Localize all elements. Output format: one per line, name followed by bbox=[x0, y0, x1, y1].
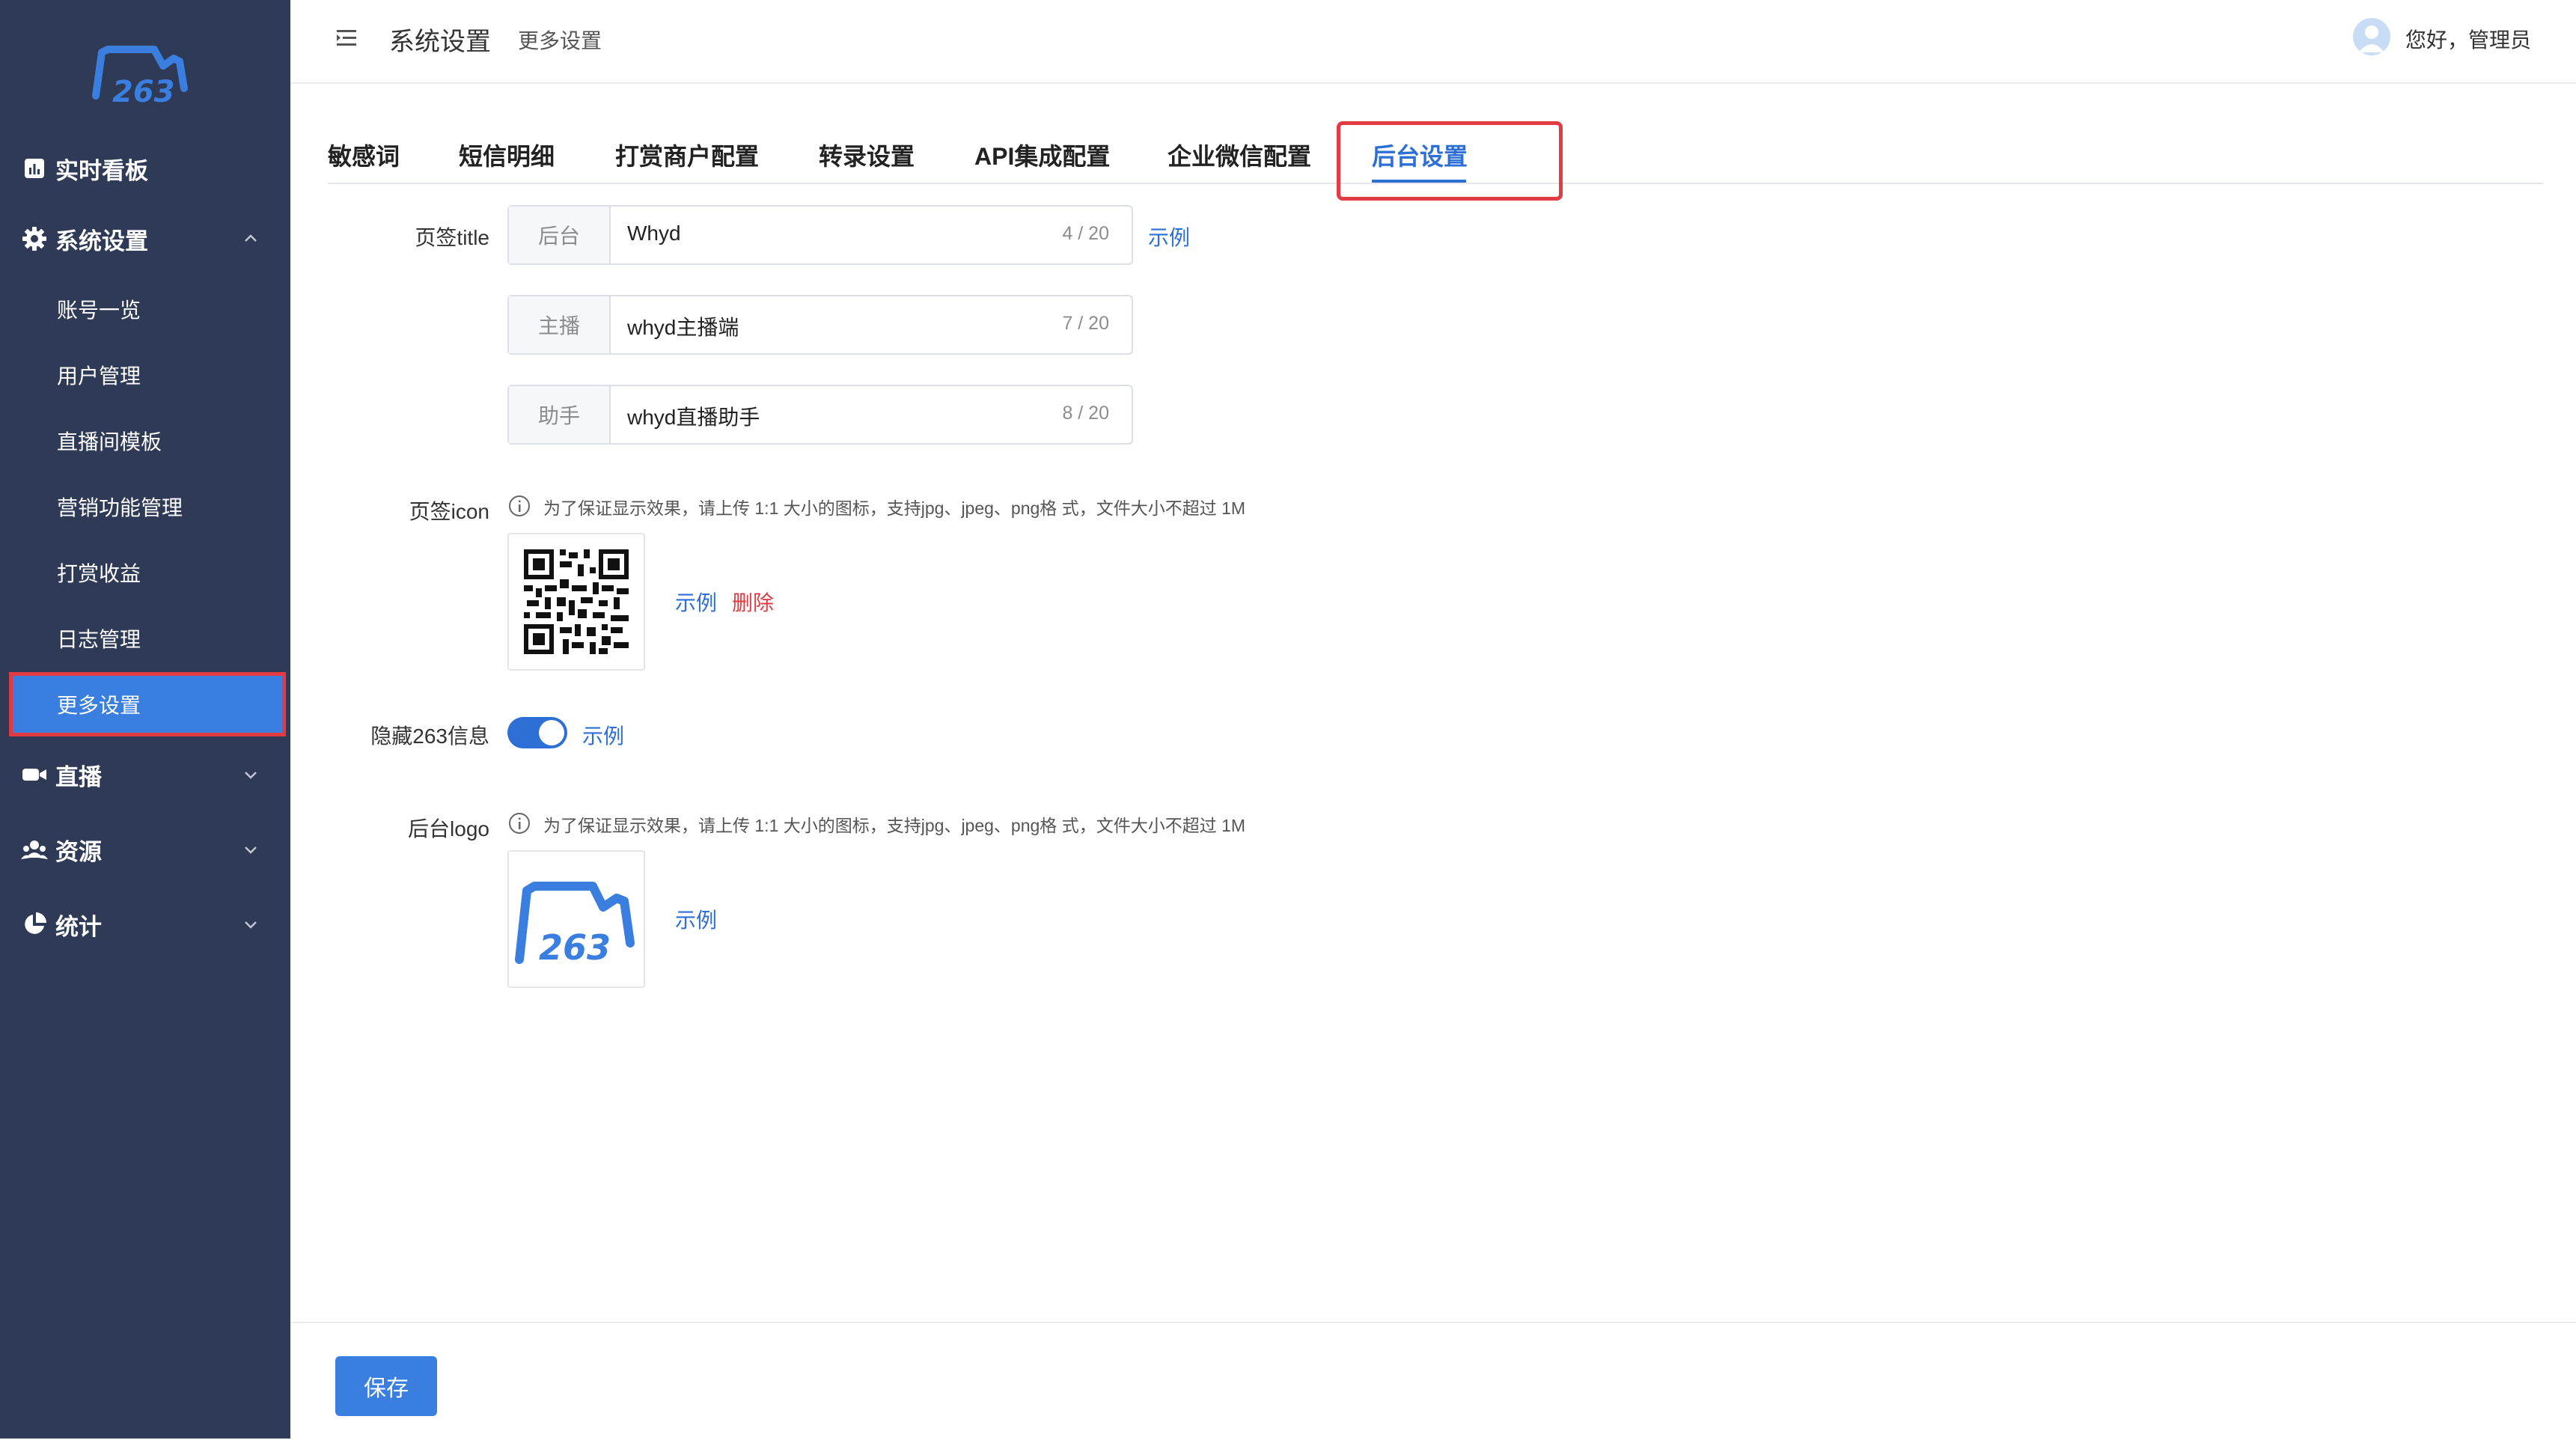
breadcrumb-main[interactable]: 系统设置 bbox=[389, 21, 491, 58]
avatar[interactable] bbox=[2353, 18, 2390, 55]
user-greeting[interactable]: 您好，管理员 bbox=[2405, 24, 2531, 54]
title-label: 页签title bbox=[415, 226, 489, 249]
save-button[interactable]: 保存 bbox=[335, 1356, 437, 1416]
logo-263-icon: 263 bbox=[515, 882, 635, 968]
info-icon bbox=[509, 495, 530, 516]
tab-api-integration[interactable]: API集成配置 bbox=[974, 138, 1110, 172]
host-title-field[interactable]: 主播 whyd主播端 7 / 20 bbox=[507, 295, 1133, 355]
sidebar-sub-label: 打赏收益 bbox=[57, 562, 141, 585]
icon-upload-hint: 为了保证显示效果，请上传 1:1 大小的图标，支持jpg、jpeg、png格 式… bbox=[543, 498, 1246, 518]
bar-chart-icon bbox=[19, 153, 49, 183]
gear-icon bbox=[19, 224, 49, 254]
sidebar-sub-user-management[interactable]: 用户管理 bbox=[0, 343, 290, 407]
sidebar-sub-account-list[interactable]: 账号一览 bbox=[0, 277, 290, 341]
sidebar-sub-label: 营销功能管理 bbox=[57, 496, 183, 519]
sidebar-sub-log-management[interactable]: 日志管理 bbox=[0, 606, 290, 671]
logo-text: 263 bbox=[112, 75, 175, 109]
sidebar-item-statistics[interactable]: 统计 bbox=[0, 891, 290, 958]
tab-highlight-box bbox=[1337, 121, 1563, 201]
sidebar-sub-label: 日志管理 bbox=[57, 628, 141, 651]
sidebar-sub-label: 账号一览 bbox=[57, 299, 141, 322]
pie-chart-icon bbox=[19, 909, 49, 939]
logo-label: 后台logo bbox=[408, 817, 489, 840]
icon-label: 页签icon bbox=[409, 500, 489, 523]
char-counter: 4 / 20 bbox=[1062, 223, 1109, 244]
field-prefix: 后台 bbox=[509, 207, 611, 263]
menu-fold-icon[interactable] bbox=[334, 27, 359, 49]
chevron-down-icon bbox=[245, 921, 257, 929]
tab-sensitive-words[interactable]: 敏感词 bbox=[328, 138, 400, 172]
sidebar-group-label: 直播 bbox=[55, 763, 102, 790]
sidebar-group-label: 系统设置 bbox=[55, 228, 148, 254]
hide-263-toggle[interactable] bbox=[507, 717, 567, 748]
qr-code-icon bbox=[524, 549, 629, 654]
sidebar-group-label: 统计 bbox=[55, 913, 102, 940]
char-counter: 8 / 20 bbox=[1062, 403, 1109, 424]
info-icon bbox=[509, 813, 530, 834]
icon-delete-link[interactable]: 删除 bbox=[732, 587, 774, 617]
field-prefix: 助手 bbox=[509, 386, 611, 443]
video-camera-icon bbox=[19, 760, 49, 790]
icon-upload-preview[interactable] bbox=[507, 533, 645, 671]
hide-263-label: 隐藏263信息 bbox=[370, 724, 489, 748]
logo-upload-hint: 为了保证显示效果，请上传 1:1 大小的图标，支持jpg、jpeg、png格 式… bbox=[543, 816, 1246, 835]
hide-263-example-link[interactable]: 示例 bbox=[582, 720, 624, 750]
user-icon bbox=[2359, 25, 2384, 52]
assistant-title-field[interactable]: 助手 whyd直播助手 8 / 20 bbox=[507, 385, 1133, 445]
sidebar-sub-label: 直播间模板 bbox=[57, 430, 162, 454]
sidebar-sub-label: 更多设置 bbox=[57, 694, 141, 717]
title-example-link[interactable]: 示例 bbox=[1148, 222, 1190, 251]
toggle-knob bbox=[539, 720, 564, 745]
sidebar-sub-label: 用户管理 bbox=[57, 364, 141, 388]
top-header: 系统设置 更多设置 您好，管理员 bbox=[290, 0, 2576, 84]
sidebar-item-dashboard[interactable]: 实时看板 bbox=[0, 135, 290, 202]
sidebar-group-label: 实时看板 bbox=[55, 157, 148, 184]
icon-example-link[interactable]: 示例 bbox=[675, 587, 717, 617]
tab-sms-details[interactable]: 短信明细 bbox=[459, 138, 555, 172]
logo-text: 263 bbox=[539, 927, 611, 968]
tab-transcription[interactable]: 转录设置 bbox=[819, 138, 915, 172]
sidebar-sub-room-template[interactable]: 直播间模板 bbox=[0, 409, 290, 473]
logo-263-icon: 263 bbox=[92, 46, 188, 109]
field-value[interactable]: whyd直播助手 bbox=[627, 401, 760, 431]
sidebar-group-label: 资源 bbox=[55, 838, 102, 865]
logo-example-link[interactable]: 示例 bbox=[675, 904, 717, 934]
backend-title-field[interactable]: 后台 Whyd 4 / 20 bbox=[507, 205, 1133, 265]
sidebar-item-live[interactable]: 直播 bbox=[0, 741, 290, 808]
field-value[interactable]: whyd主播端 bbox=[627, 311, 739, 341]
footer-bar: 保存 bbox=[290, 1322, 2576, 1440]
sidebar: 263 实时看板 系统设置 账号一览 用户管理 直播间模板 营销功能管理 打赏收… bbox=[0, 0, 290, 1439]
sidebar-sub-tips-revenue[interactable]: 打赏收益 bbox=[0, 540, 290, 605]
users-icon bbox=[19, 835, 49, 864]
char-counter: 7 / 20 bbox=[1062, 313, 1109, 334]
tab-tip-merchant[interactable]: 打赏商户配置 bbox=[615, 138, 759, 172]
breadcrumb-sub: 更多设置 bbox=[518, 29, 602, 52]
logo-upload-preview[interactable]: 263 bbox=[507, 850, 645, 988]
tab-wecom[interactable]: 企业微信配置 bbox=[1168, 138, 1311, 172]
chevron-down-icon bbox=[245, 772, 257, 779]
field-prefix: 主播 bbox=[509, 296, 611, 353]
field-value[interactable]: Whyd bbox=[627, 222, 681, 245]
